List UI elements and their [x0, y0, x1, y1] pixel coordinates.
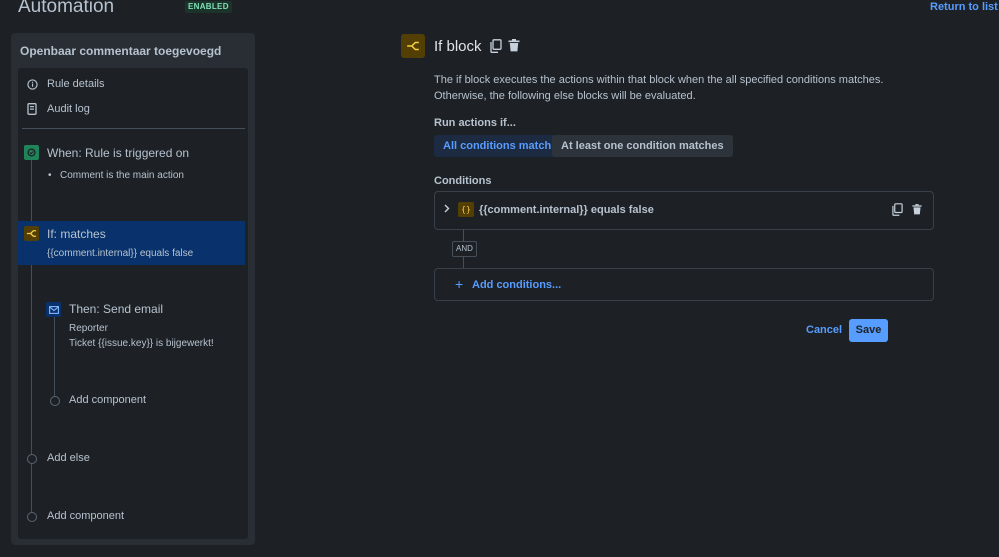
save-button[interactable]: Save — [849, 319, 888, 342]
copy-block-icon[interactable] — [490, 39, 502, 56]
info-icon — [26, 78, 38, 90]
at-least-one-condition-option[interactable]: At least one condition matches — [552, 135, 733, 157]
trigger-step[interactable]: When: Rule is triggered on • Comment is … — [24, 145, 231, 187]
if-block-description: The if block executes the actions within… — [434, 72, 904, 104]
document-icon — [26, 103, 38, 115]
delete-condition-icon[interactable] — [912, 204, 922, 218]
action-recipient: Reporter — [69, 323, 108, 334]
add-else-dot — [27, 454, 37, 464]
add-conditions-button[interactable]: + Add conditions... — [434, 268, 934, 301]
action-subject: Ticket {{issue.key}} is bijgewerkt! — [69, 338, 214, 349]
add-component-inner-button[interactable]: Add component — [69, 394, 146, 406]
rule-name: Openbaar commentaar toegevoegd — [20, 44, 222, 58]
copy-condition-icon[interactable] — [892, 203, 903, 219]
plus-icon: + — [455, 276, 464, 292]
rule-details-link[interactable]: Rule details — [26, 78, 104, 90]
audit-log-link[interactable]: Audit log — [26, 103, 90, 115]
action-label: Then: Send email — [69, 302, 164, 316]
add-conditions-label: Add conditions... — [472, 279, 562, 291]
sidebar-divider — [22, 128, 245, 129]
chevron-right-icon[interactable] — [444, 204, 450, 216]
description-line-1: The if block executes the actions within… — [434, 74, 884, 86]
if-block-icon — [401, 34, 425, 58]
add-component-outer-button[interactable]: Add component — [47, 510, 124, 522]
branch-icon — [24, 226, 39, 241]
return-to-list-link[interactable]: Return to list — [930, 1, 998, 13]
if-block-title: If block — [434, 38, 482, 55]
audit-log-label: Audit log — [47, 103, 90, 115]
run-actions-label: Run actions if... — [434, 117, 516, 129]
and-badge: AND — [452, 241, 477, 257]
add-component-dot — [50, 396, 60, 406]
delete-block-icon[interactable] — [508, 39, 520, 55]
page-title: Automation — [18, 0, 115, 17]
trigger-detail: Comment is the main action — [60, 170, 184, 181]
cancel-button[interactable]: Cancel — [806, 324, 842, 336]
outer-connector-line — [31, 160, 32, 520]
add-else-button[interactable]: Add else — [47, 452, 90, 464]
trigger-label: When: Rule is triggered on — [47, 146, 190, 160]
action-step[interactable]: Then: Send email Reporter Ticket {{issue… — [46, 300, 241, 355]
condition-row[interactable]: {} {{comment.internal}} equals false — [434, 191, 934, 230]
trigger-bullet-dot: • — [48, 170, 52, 181]
condition-expression: {{comment.internal}} equals false — [479, 204, 654, 216]
condition-label: If: matches — [47, 227, 106, 241]
condition-detail: {{comment.internal}} equals false — [47, 248, 194, 259]
description-line-2: Otherwise, the following else blocks wil… — [434, 90, 696, 102]
add-component-outer-dot — [27, 512, 37, 522]
conditions-label: Conditions — [434, 175, 492, 187]
status-badge: ENABLED — [185, 1, 232, 13]
all-conditions-match-option[interactable]: All conditions match — [434, 135, 561, 157]
rule-details-label: Rule details — [47, 78, 105, 90]
mail-icon — [46, 302, 61, 317]
trigger-icon — [24, 145, 39, 160]
smart-value-icon: {} — [458, 202, 474, 217]
